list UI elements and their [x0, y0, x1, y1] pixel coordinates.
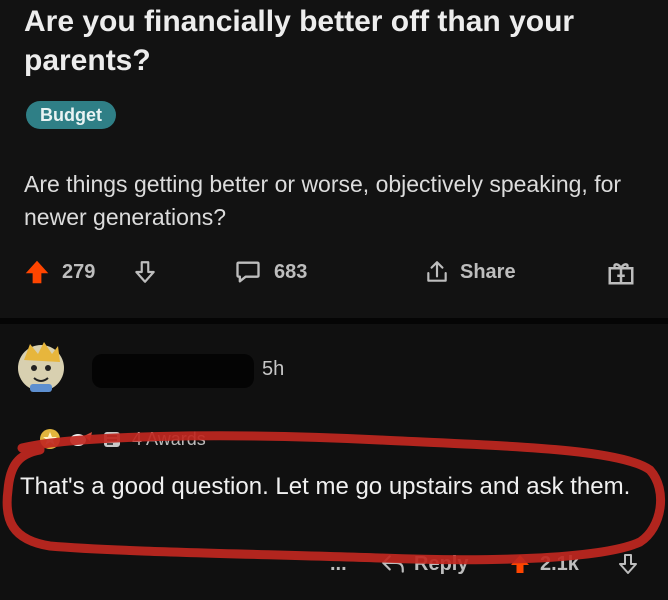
comment-count: 683 — [274, 260, 308, 283]
award-party-icon — [104, 432, 120, 447]
flair-badge[interactable]: Budget — [26, 101, 116, 129]
username-redacted[interactable] — [92, 354, 254, 388]
comment-bubble-icon — [236, 261, 260, 283]
avatar[interactable] — [16, 338, 66, 394]
comment-upvote-button[interactable] — [508, 544, 532, 584]
awards-count: 4 Awards — [132, 428, 206, 449]
comment-actions: ... Reply 2.1k — [0, 544, 668, 584]
reply-label: Reply — [414, 552, 469, 575]
share-button[interactable]: Share — [424, 250, 516, 294]
downvote-arrow-icon — [619, 554, 637, 574]
downvote-button[interactable] — [132, 250, 158, 294]
comment-vote-count: 2.1k — [540, 552, 579, 575]
post-actions: 279 683 Share — [0, 250, 668, 294]
post-body: Are things getting better or worse, obje… — [24, 171, 622, 230]
award-button[interactable] — [606, 250, 636, 294]
comment-card: 5h 4 Awards That's a good question. Let … — [0, 324, 668, 600]
award-badge-icon — [40, 429, 60, 449]
award-hands-icon — [70, 432, 92, 446]
share-icon — [427, 261, 447, 282]
comment-text: That's a good question. Let me go upstai… — [20, 473, 631, 500]
more-options-button[interactable]: ... — [330, 544, 347, 584]
awards-row[interactable]: 4 Awards — [38, 426, 206, 452]
comment-time: 5h — [262, 358, 285, 380]
gift-icon — [608, 263, 634, 285]
downvote-arrow-icon — [135, 261, 155, 283]
comments-button[interactable]: 683 — [234, 250, 307, 294]
post-card: Are you financially better off than your… — [0, 0, 668, 318]
post-title[interactable]: Are you financially better off than your… — [24, 2, 624, 80]
upvote-button[interactable] — [22, 250, 52, 294]
reply-arrow-icon — [382, 555, 404, 573]
comment-downvote-button[interactable] — [616, 544, 640, 584]
share-label: Share — [460, 260, 516, 283]
reply-button[interactable]: Reply — [380, 544, 468, 584]
upvote-arrow-icon — [511, 555, 529, 573]
upvote-arrow-icon — [25, 260, 49, 284]
upvote-count: 279 — [62, 260, 96, 283]
